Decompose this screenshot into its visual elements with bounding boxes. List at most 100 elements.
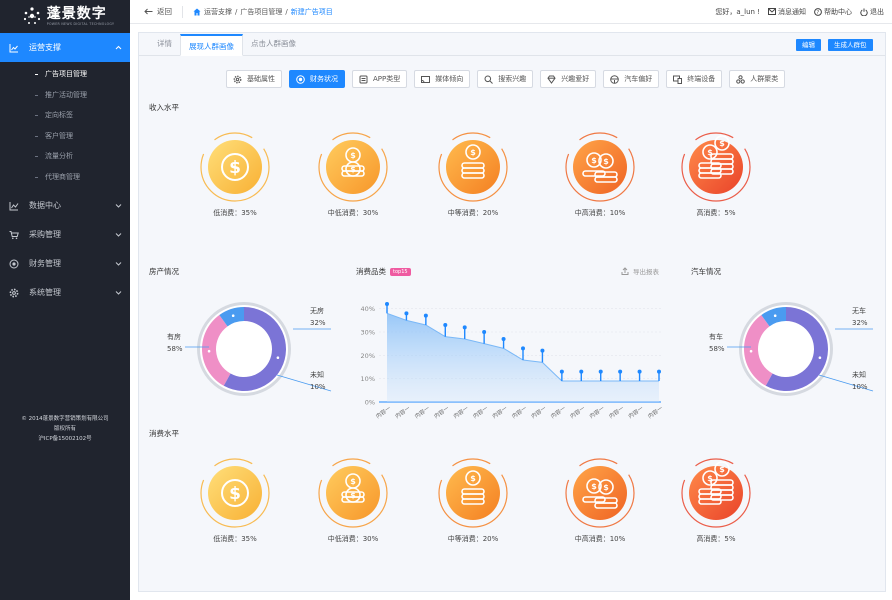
coin-label: 低消费：35%	[213, 209, 257, 217]
filter-basic[interactable]: 基础属性	[226, 70, 282, 88]
filter-app[interactable]: APP类型	[352, 70, 408, 88]
filter-label: 财务状况	[310, 75, 338, 83]
help-link[interactable]: ? 帮助中心	[814, 7, 852, 17]
filter-label: APP类型	[373, 75, 401, 83]
logo-icon	[23, 7, 40, 24]
generate-audience-button[interactable]: 生成人群包	[828, 39, 873, 51]
y-tick-label: 20%	[361, 352, 375, 360]
submenu-item[interactable]: 客户管理	[0, 126, 130, 147]
chevron-down-icon	[115, 262, 122, 266]
filter-finance[interactable]: 财务状况	[289, 70, 345, 88]
x-tick-label: 内容一	[393, 404, 412, 420]
coin-item: $ $ 中低消费：30%	[313, 457, 393, 544]
y-tick-label: 40%	[361, 305, 375, 313]
coin-label: 中高消费：10%	[574, 209, 626, 217]
coin-stack-icon: $	[200, 458, 270, 528]
y-tick-label: 30%	[361, 329, 375, 337]
submenu-item[interactable]: 流量分析	[0, 146, 130, 167]
coin-label: 高消费：5%	[696, 535, 736, 543]
diamond-icon	[547, 75, 556, 84]
donut-value: 32%	[310, 319, 326, 327]
filter-car[interactable]: 汽车偏好	[603, 70, 660, 88]
submenu-item[interactable]: 定向标签	[0, 105, 130, 126]
tab-details[interactable]: 详情	[149, 33, 180, 55]
line-chart-icon	[9, 201, 19, 211]
cart-icon	[9, 230, 19, 240]
breadcrumb-item[interactable]: 运营支撑	[204, 7, 232, 17]
topbar: 返回 运营支撑 / 广告项目管理 / 新建广告项目 您好，a_lun ! 消息通…	[130, 0, 892, 24]
filter-device[interactable]: 终端设备	[666, 70, 723, 88]
logout-link[interactable]: 退出	[860, 7, 884, 17]
filter-cluster[interactable]: 人群聚类	[729, 70, 786, 88]
filter-label: 媒体倾向	[435, 75, 464, 83]
x-tick-label: 内容一	[607, 404, 626, 420]
spend-title: 消费品类 top15	[356, 266, 411, 277]
house-title-text: 房产情况	[149, 267, 179, 276]
sidebar: 蓬景数字 POWER NEWS DIGITAL TECHNOLOGY 运营支撑 …	[0, 0, 130, 600]
logo[interactable]: 蓬景数字 POWER NEWS DIGITAL TECHNOLOGY	[0, 0, 130, 32]
coin-stack-icon: $$	[318, 132, 388, 202]
tab-impression-audience[interactable]: 展现人群画像	[180, 34, 243, 56]
coin-icon	[296, 74, 305, 84]
income-title: 收入水平	[149, 103, 179, 112]
data-point	[579, 369, 584, 374]
submenu: 广告项目管理 推广活动管理 定向标签 客户管理 流量分析 代理商管理	[0, 62, 130, 189]
x-tick-label: 内容一	[491, 404, 510, 420]
svg-text:$: $	[603, 483, 609, 492]
coin-label: 中低消费：30%	[327, 535, 379, 543]
menu-label: 运营支撑	[29, 43, 61, 52]
menu-purchase[interactable]: 采购管理	[0, 220, 130, 249]
notice-link[interactable]: 消息通知	[768, 7, 806, 17]
menu-operations[interactable]: 运营支撑	[0, 33, 130, 62]
filter-label: 搜索兴趣	[498, 75, 527, 83]
notice-label: 消息通知	[778, 7, 806, 16]
coin-stack-icon: $$	[681, 458, 751, 528]
coin-label: 中等消费：20%	[447, 209, 499, 217]
y-tick-label: 0%	[365, 399, 375, 407]
tab-click-audience[interactable]: 点击人群画像	[243, 33, 304, 55]
filter-hobby[interactable]: 兴趣爱好	[540, 70, 597, 88]
svg-text:?: ?	[817, 10, 820, 16]
y-tick-label: 10%	[361, 375, 375, 383]
home-icon	[193, 8, 201, 15]
svg-text:$: $	[591, 482, 597, 491]
data-point	[657, 369, 661, 374]
donut-label: 无房	[310, 306, 324, 315]
x-tick-label: 内容一	[529, 404, 548, 420]
brand-tagline: POWER NEWS DIGITAL TECHNOLOGY	[46, 22, 115, 26]
data-point	[404, 311, 409, 316]
filter-media[interactable]: 媒体倾向	[414, 70, 471, 88]
menu-finance[interactable]: 财务管理	[0, 249, 130, 278]
back-button[interactable]: 返回	[130, 5, 183, 18]
coin-stack-icon: $$	[318, 458, 388, 528]
submenu-item[interactable]: 代理商管理	[0, 167, 130, 188]
data-point	[443, 323, 448, 327]
menu-system[interactable]: 系统管理	[0, 278, 130, 307]
coin-item: $ $ 高消费：5%	[676, 457, 756, 544]
gear-icon	[233, 75, 242, 83]
submenu-item[interactable]: 广告项目管理	[0, 64, 130, 85]
menu-data-center[interactable]: 数据中心	[0, 191, 130, 220]
svg-text:$: $	[603, 157, 609, 166]
data-point	[501, 337, 506, 341]
x-tick-label: 内容一	[627, 404, 646, 420]
donut-value: 58%	[709, 345, 725, 353]
coin-item: $ $ 高消费：5%	[676, 131, 756, 218]
export-report-button[interactable]: 导出报表	[621, 266, 659, 276]
submenu-item[interactable]: 推广活动管理	[0, 85, 130, 106]
coin-icon	[9, 259, 19, 269]
svg-text:$: $	[707, 148, 713, 157]
x-tick-label: 内容一	[471, 404, 490, 420]
device-icon	[673, 75, 683, 84]
cast-icon	[421, 75, 431, 83]
filter-search[interactable]: 搜索兴趣	[477, 70, 534, 88]
donut-label: 有房	[167, 332, 181, 341]
breadcrumb-sep: /	[285, 7, 288, 16]
breadcrumb-item[interactable]: 广告项目管理	[240, 7, 282, 17]
x-tick-label: 内容一	[646, 404, 665, 420]
edit-button[interactable]: 编辑	[796, 39, 821, 51]
svg-text:$: $	[470, 474, 476, 483]
menu-label: 采购管理	[29, 230, 61, 239]
chart-icon	[9, 43, 19, 53]
copyright-line: 版权所有	[53, 426, 76, 432]
